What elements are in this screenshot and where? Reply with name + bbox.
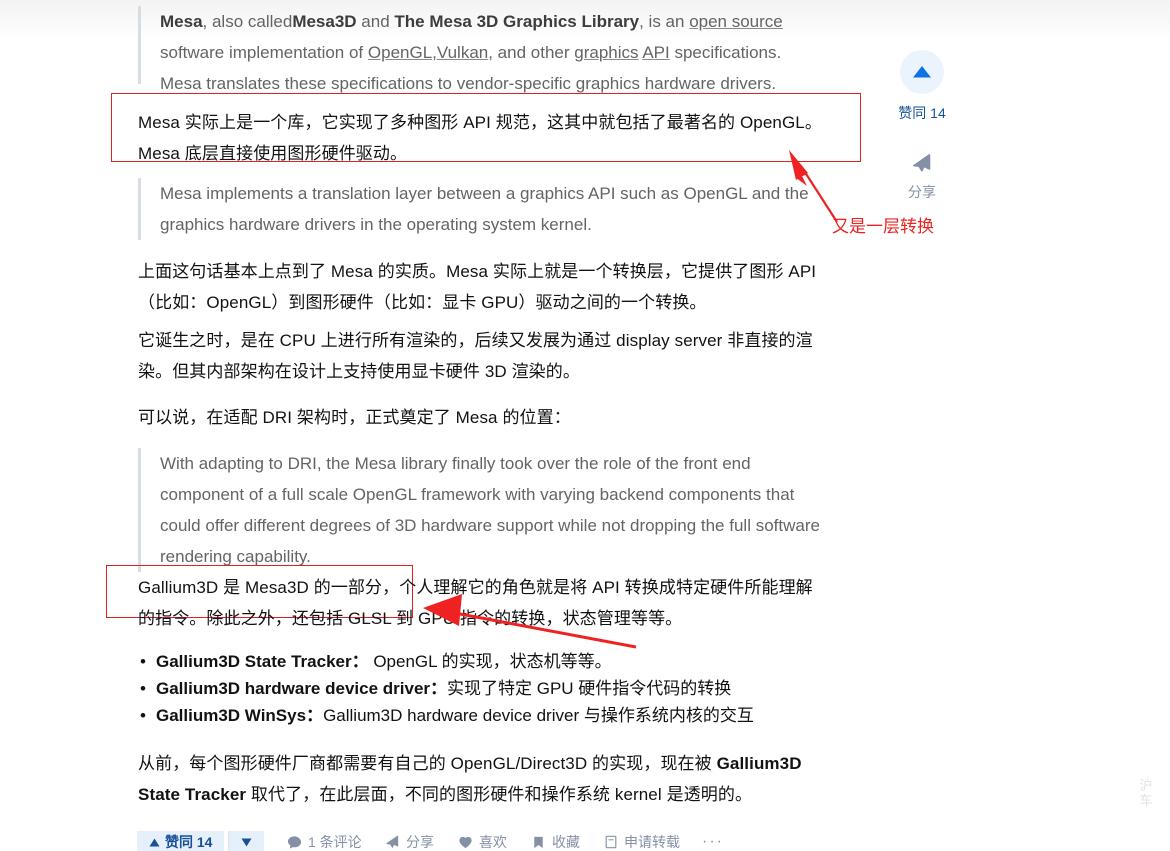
list-item-desc: Gallium3D hardware device driver 与操作系统内核…: [323, 706, 754, 725]
bottom-like-button[interactable]: 喜欢: [458, 831, 507, 851]
list-item: Gallium3D hardware device driver：实现了特定 G…: [138, 675, 838, 702]
bottom-favorite-label: 收藏: [552, 834, 580, 850]
list-item-term: Gallium3D State Tracker：: [156, 652, 369, 671]
paper-plane-icon: [880, 153, 964, 175]
bottom-upvote-label: 赞同 14: [165, 834, 213, 850]
watermark-line-2: 车: [1139, 793, 1153, 808]
quote-text-frag-2: and: [356, 12, 395, 31]
bottom-action-bar: 赞同 14 1 条评论 分享 喜欢 收藏 申请转载 ···: [0, 831, 1170, 851]
list-item: Gallium3D State Tracker： OpenGL 的实现，状态机等…: [138, 648, 838, 675]
list-item-desc: OpenGL 的实现，状态机等等。: [368, 652, 612, 671]
share-label: 分享: [908, 184, 936, 200]
quote-text-frag-4: software implementation of: [160, 43, 368, 62]
gallium-component-list: Gallium3D State Tracker： OpenGL 的实现，状态机等…: [138, 648, 838, 729]
quote-text-frag-5: , and other: [488, 43, 575, 62]
bottom-more-label: ···: [702, 833, 724, 850]
blockquote-translation-layer: Mesa implements a translation layer betw…: [138, 178, 830, 240]
blockquote-intro: Mesa, also calledMesa3D and The Mesa 3D …: [138, 6, 814, 93]
document-icon: [604, 835, 618, 849]
bottom-like-label: 喜欢: [479, 834, 507, 850]
link-opengl-vulkan[interactable]: OpenGL,Vulkan: [368, 43, 488, 62]
corner-watermark: 沪 车: [1138, 778, 1154, 808]
list-item-term: Gallium3D WinSys：: [156, 706, 324, 725]
bookmark-icon: [531, 835, 546, 850]
bottom-comments-label: 1 条评论: [308, 834, 362, 850]
highlight-paragraph-2: Gallium3D 是 Mesa3D 的一部分，个人理解它的角色就是将 API …: [138, 578, 813, 628]
article-body: Mesa, also calledMesa3D and The Mesa 3D …: [0, 0, 1170, 851]
list-item-desc: 实现了特定 GPU 硬件指令代码的转换: [447, 679, 732, 698]
triangle-down-icon: [241, 834, 252, 850]
bottom-comments-button[interactable]: 1 条评论: [287, 831, 362, 851]
quote-intro-text: Mesa, also calledMesa3D and The Mesa 3D …: [160, 12, 783, 93]
paragraph-3: 可以说，在适配 DRI 架构时，正式奠定了 Mesa 的位置：: [138, 408, 571, 427]
bottom-repost-button[interactable]: 申请转载: [604, 831, 680, 851]
link-api[interactable]: API: [642, 43, 669, 62]
list-item: Gallium3D WinSys：Gallium3D hardware devi…: [138, 702, 838, 729]
link-open-source[interactable]: open source: [689, 12, 783, 31]
share-button[interactable]: 分享: [880, 153, 964, 202]
heart-icon: [458, 835, 473, 850]
bottom-more-button[interactable]: ···: [702, 831, 724, 851]
list-item-term: Gallium3D hardware device driver：: [156, 679, 448, 698]
quote-term-library: The Mesa 3D Graphics Library: [394, 12, 640, 31]
paragraph-4-frag-2: 取代了，在此层面，不同的图形硬件和操作系统 kernel 是透明的。: [246, 785, 753, 804]
bottom-downvote-button[interactable]: [228, 831, 264, 851]
paragraph-1: 上面这句话基本上点到了 Mesa 的实质。Mesa 实际上就是一个转换层，它提供…: [138, 262, 817, 312]
triangle-up-icon: [912, 65, 932, 79]
paragraph-4: 从前，每个图形硬件厂商都需要有自己的 OpenGL/Direct3D 的实现，现…: [138, 748, 830, 810]
bottom-upvote-button[interactable]: 赞同 14: [137, 831, 225, 851]
quote-text-frag-1: , also called: [202, 12, 293, 31]
highlight-paragraph-1: Mesa 实际上是一个库，它实现了多种图形 API 规范，这其中就包括了最著名的…: [138, 113, 822, 163]
bottom-share-label: 分享: [406, 834, 434, 850]
comment-icon: [287, 835, 302, 850]
paper-plane-icon: [385, 835, 400, 850]
bottom-share-button[interactable]: 分享: [385, 831, 434, 851]
paragraph-2: 它诞生之时，是在 CPU 上进行所有渲染的，后续又发展为通过 display s…: [138, 331, 813, 381]
link-graphics[interactable]: graphics: [574, 43, 638, 62]
triangle-up-icon: [149, 834, 160, 850]
watermark-line-1: 沪: [1139, 778, 1153, 793]
quote-term-mesa3d: Mesa3D: [292, 12, 357, 31]
blockquote-dri: With adapting to DRI, the Mesa library f…: [138, 448, 830, 572]
bottom-favorite-button[interactable]: 收藏: [531, 831, 580, 851]
upvote-count-label[interactable]: 赞同 14: [880, 103, 964, 123]
quote-term-mesa: Mesa: [160, 12, 203, 31]
bottom-repost-label: 申请转载: [624, 834, 680, 850]
floating-action-rail: 赞同 14 分享: [880, 50, 964, 202]
upvote-button[interactable]: [900, 50, 944, 94]
quote-text-frag-3: , is an: [639, 12, 690, 31]
paragraph-4-frag-1: 从前，每个图形硬件厂商都需要有自己的 OpenGL/Direct3D 的实现，现…: [138, 754, 717, 773]
